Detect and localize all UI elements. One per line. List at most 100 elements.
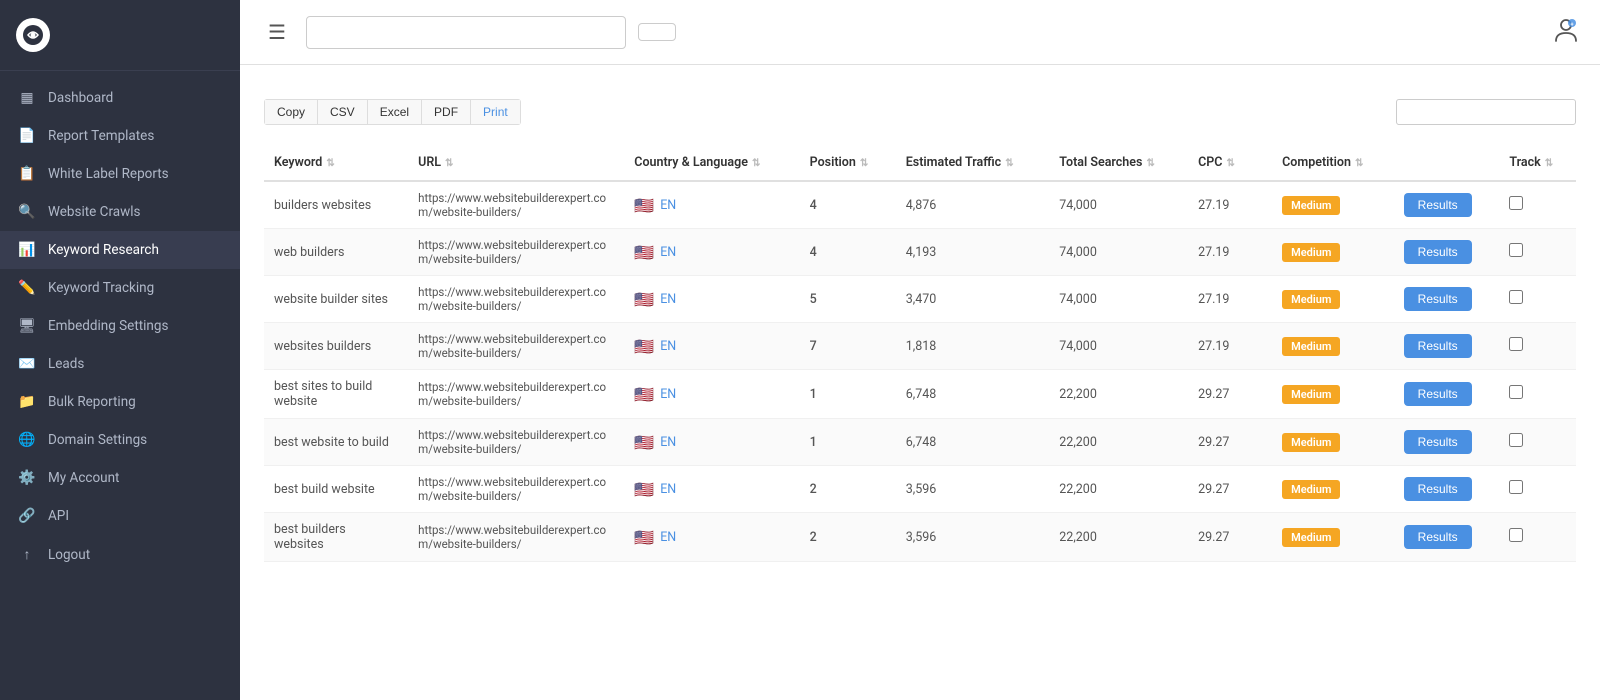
cell-position-1: 4: [800, 229, 896, 276]
sidebar-item-keyword-tracking[interactable]: ✏️Keyword Tracking: [0, 269, 240, 307]
sidebar-item-logout[interactable]: ↑Logout: [0, 535, 240, 574]
nav-label-white-label-reports: White Label Reports: [48, 166, 169, 182]
cell-country-2: 🇺🇸EN: [624, 276, 799, 323]
cell-searches-7: 22,200: [1049, 513, 1188, 562]
topbar-right: +: [1532, 15, 1580, 49]
flag-4: 🇺🇸: [634, 385, 654, 404]
cell-keyword-1: web builders: [264, 229, 408, 276]
col-header-4[interactable]: Estimated Traffic⇅: [896, 145, 1050, 181]
sidebar-item-white-label-reports[interactable]: 📋White Label Reports: [0, 155, 240, 193]
results-button-0[interactable]: Results: [1404, 193, 1472, 217]
track-checkbox-1[interactable]: [1509, 243, 1523, 257]
sidebar: ▦Dashboard📄Report Templates📋White Label …: [0, 0, 240, 700]
cell-traffic-7: 3,596: [896, 513, 1050, 562]
nav-icon-embedding-settings: 🖥: [18, 318, 36, 334]
sidebar-item-dashboard[interactable]: ▦Dashboard: [0, 79, 240, 117]
track-checkbox-4[interactable]: [1509, 385, 1523, 399]
cell-track-5[interactable]: [1499, 419, 1576, 466]
copy-button[interactable]: Copy: [265, 100, 318, 124]
results-button-2[interactable]: Results: [1404, 287, 1472, 311]
cell-country-1: 🇺🇸EN: [624, 229, 799, 276]
results-button-1[interactable]: Results: [1404, 240, 1472, 264]
track-checkbox-5[interactable]: [1509, 433, 1523, 447]
table-row: builders websiteshttps://www.websitebuil…: [264, 181, 1576, 229]
col-header-9[interactable]: Track⇅: [1499, 145, 1576, 181]
col-header-3[interactable]: Position⇅: [800, 145, 896, 181]
results-button-6[interactable]: Results: [1404, 477, 1472, 501]
sidebar-item-bulk-reporting[interactable]: 📁Bulk Reporting: [0, 383, 240, 421]
track-checkbox-3[interactable]: [1509, 337, 1523, 351]
lang-4: EN: [660, 387, 676, 402]
excel-button[interactable]: Excel: [368, 100, 422, 124]
sidebar-item-leads[interactable]: ✉️Leads: [0, 345, 240, 383]
cell-searches-0: 74,000: [1049, 181, 1188, 229]
track-checkbox-2[interactable]: [1509, 290, 1523, 304]
sidebar-item-website-crawls[interactable]: 🔍Website Crawls: [0, 193, 240, 231]
cell-traffic-2: 3,470: [896, 276, 1050, 323]
logo-icon: [16, 18, 50, 52]
cell-results-btn-4[interactable]: Results: [1394, 370, 1500, 419]
track-checkbox-7[interactable]: [1509, 528, 1523, 542]
cell-url-4: https://www.websitebuilderexpert.com/web…: [408, 370, 624, 419]
cell-position-4: 1: [800, 370, 896, 419]
sidebar-item-domain-settings[interactable]: 🌐 Domain Settings: [0, 421, 240, 459]
col-header-6[interactable]: CPC⇅: [1188, 145, 1272, 181]
results-button-3[interactable]: Results: [1404, 334, 1472, 358]
col-header-2[interactable]: Country & Language⇅: [624, 145, 799, 181]
results-button-7[interactable]: Results: [1404, 525, 1472, 549]
sidebar-item-api[interactable]: 🔗API: [0, 497, 240, 535]
table-row: best website to buildhttps://www.website…: [264, 419, 1576, 466]
lang-7: EN: [660, 530, 676, 545]
hamburger-button[interactable]: ☰: [260, 16, 294, 49]
cell-track-0[interactable]: [1499, 181, 1576, 229]
pdf-button[interactable]: PDF: [422, 100, 471, 124]
cell-url-1: https://www.websitebuilderexpert.com/web…: [408, 229, 624, 276]
results-button-5[interactable]: Results: [1404, 430, 1472, 454]
cell-results-btn-0[interactable]: Results: [1394, 181, 1500, 229]
nav-label-domain-settings: Domain Settings: [48, 432, 147, 448]
cell-track-1[interactable]: [1499, 229, 1576, 276]
cell-track-7[interactable]: [1499, 513, 1576, 562]
cell-track-2[interactable]: [1499, 276, 1576, 323]
cell-traffic-5: 6,748: [896, 419, 1050, 466]
nav-label-report-templates: Report Templates: [48, 128, 154, 144]
search-area: [1388, 99, 1576, 125]
col-header-1[interactable]: URL⇅: [408, 145, 624, 181]
url-input[interactable]: [306, 16, 626, 49]
col-header-7[interactable]: Competition⇅: [1272, 145, 1394, 181]
lang-0: EN: [660, 198, 676, 213]
cell-results-btn-6[interactable]: Results: [1394, 466, 1500, 513]
cell-results-btn-7[interactable]: Results: [1394, 513, 1500, 562]
track-checkbox-0[interactable]: [1509, 196, 1523, 210]
nav-icon-domain-settings: 🌐: [18, 432, 36, 448]
cell-keyword-6: best build website: [264, 466, 408, 513]
cell-track-3[interactable]: [1499, 323, 1576, 370]
cell-results-btn-2[interactable]: Results: [1394, 276, 1500, 323]
quick-audit-button[interactable]: [638, 23, 676, 41]
sidebar-item-my-account[interactable]: ⚙️My Account: [0, 459, 240, 497]
csv-button[interactable]: CSV: [318, 100, 368, 124]
track-checkbox-6[interactable]: [1509, 480, 1523, 494]
sidebar-item-keyword-research[interactable]: 📊Keyword Research: [0, 231, 240, 269]
cell-track-6[interactable]: [1499, 466, 1576, 513]
search-input[interactable]: [1396, 99, 1576, 125]
results-table: Keyword⇅URL⇅Country & Language⇅Position⇅…: [264, 145, 1576, 562]
nav-label-keyword-research: Keyword Research: [48, 242, 159, 258]
nav-label-my-account: My Account: [48, 470, 119, 486]
cell-results-btn-1[interactable]: Results: [1394, 229, 1500, 276]
user-icon[interactable]: +: [1552, 15, 1580, 49]
sidebar-item-embedding-settings[interactable]: 🖥Embedding Settings: [0, 307, 240, 345]
cell-country-6: 🇺🇸EN: [624, 466, 799, 513]
sort-icon-7: ⇅: [1355, 158, 1363, 169]
col-header-5[interactable]: Total Searches⇅: [1049, 145, 1188, 181]
cell-results-btn-3[interactable]: Results: [1394, 323, 1500, 370]
nav-label-bulk-reporting: Bulk Reporting: [48, 394, 136, 410]
col-header-0[interactable]: Keyword⇅: [264, 145, 408, 181]
print-button[interactable]: Print: [471, 100, 520, 124]
col-header-8[interactable]: [1394, 145, 1500, 181]
sidebar-item-report-templates[interactable]: 📄Report Templates: [0, 117, 240, 155]
cell-results-btn-5[interactable]: Results: [1394, 419, 1500, 466]
cell-track-4[interactable]: [1499, 370, 1576, 419]
results-button-4[interactable]: Results: [1404, 382, 1472, 406]
table-header-row: CopyCSVExcelPDFPrint: [264, 99, 1576, 137]
